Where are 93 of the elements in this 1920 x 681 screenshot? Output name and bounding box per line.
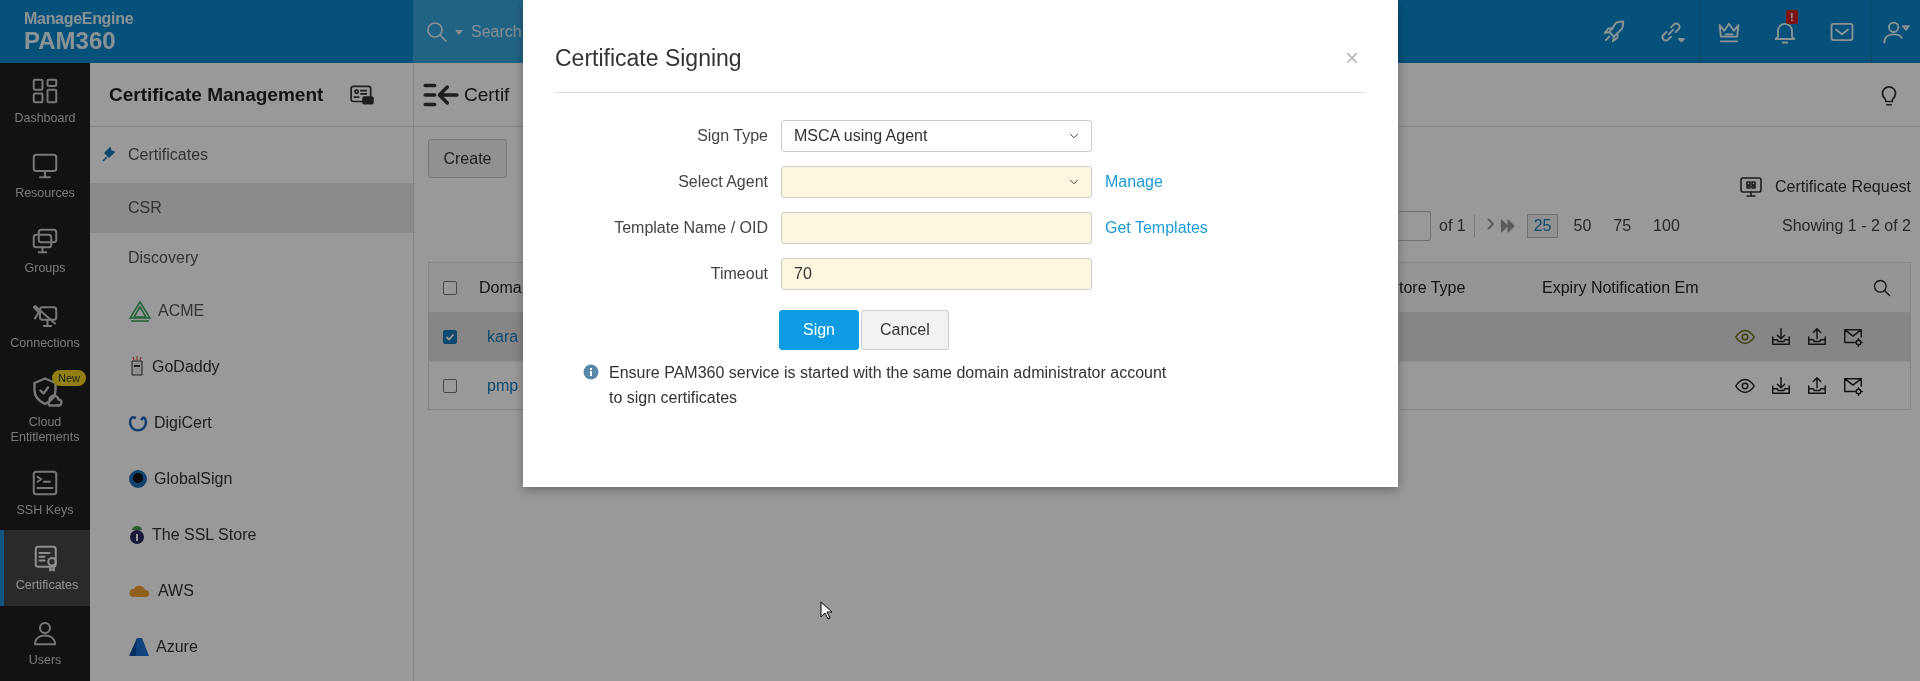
nav-label: Resources: [15, 185, 75, 201]
nav-label: Groups: [24, 261, 66, 277]
search-input[interactable]: Search: [469, 21, 543, 42]
download-icon: [1770, 326, 1792, 348]
cloud-logo-icon: [128, 583, 152, 599]
letter-logo-icon: [128, 637, 150, 657]
notification-badge: !: [1786, 10, 1798, 24]
sidebar-title: Certificate Management: [109, 83, 324, 106]
sidebar-item[interactable]: Azure: [90, 619, 413, 675]
sidebar-label: ACME: [158, 302, 205, 320]
column-header: Expiry Notification Em: [1542, 278, 1700, 297]
nav-label: Certificates: [15, 578, 79, 594]
sidebar-label: Discovery: [128, 249, 199, 267]
eye-logo-icon: [128, 469, 148, 489]
mail-gear-icon: [1842, 326, 1864, 348]
showing-count: Showing 1 - 2 of 2: [1782, 217, 1911, 235]
sidebar-item[interactable]: GlobalSign: [90, 451, 413, 507]
input-field[interactable]: 70: [781, 258, 1092, 290]
table-row[interactable]: kara: [429, 313, 524, 361]
sidebar-item[interactable]: DigiCert: [90, 395, 413, 451]
nav-item[interactable]: New Cloud Entitlements: [0, 364, 90, 456]
nav-item[interactable]: Dashboard: [0, 63, 90, 139]
pin-icon: [100, 147, 116, 163]
select-field[interactable]: MSCA using Agent: [781, 120, 1092, 152]
cursor-icon: [820, 601, 832, 620]
search-icon: [425, 19, 449, 44]
ring-logo-icon: [128, 413, 148, 433]
sidebar-item[interactable]: CSR: [90, 183, 413, 233]
sidebar-label: CSR: [128, 199, 162, 217]
sign-button[interactable]: Sign: [779, 310, 859, 350]
search-icon: [1872, 277, 1892, 298]
sidebar-label: Azure: [156, 638, 198, 656]
sidebar-label: AWS: [158, 582, 194, 600]
page-size-option[interactable]: 50: [1566, 214, 1599, 238]
new-badge: New: [52, 370, 86, 387]
nav-item[interactable]: Certificates: [0, 530, 90, 606]
caret-icon: [455, 27, 463, 36]
upload-icon: [1806, 374, 1828, 397]
nav-item[interactable]: Resources: [0, 138, 90, 214]
nav-label: Dashboard: [14, 110, 76, 126]
column-header: tore Type: [1399, 278, 1467, 297]
sidebar-item[interactable]: ACME: [90, 283, 413, 339]
sidebar-item[interactable]: GoDaddy: [90, 339, 413, 395]
sidebar-label: Certificates: [128, 146, 209, 164]
info-icon: [583, 364, 599, 380]
monitor-windows-icon: [1738, 175, 1763, 199]
page-size-option[interactable]: 100: [1646, 214, 1687, 238]
field-label: Sign Type: [696, 127, 768, 145]
triangle-logo-icon: [128, 300, 152, 322]
sidebar-item[interactable]: The SSL Store: [90, 507, 413, 563]
nav-label: Cloud Entitlements: [9, 415, 81, 446]
sidebar-label: GoDaddy: [152, 358, 220, 376]
select-field[interactable]: [781, 166, 1092, 198]
field-label: Template Name / OID: [613, 219, 768, 237]
checkbox[interactable]: [443, 330, 457, 344]
sidebar-label: The SSL Store: [152, 526, 257, 544]
link[interactable]: Get Templates: [1105, 219, 1208, 236]
sidebar-label: DigiCert: [154, 414, 212, 432]
sidebar-item[interactable]: Discovery: [90, 233, 413, 283]
certificate-request-link[interactable]: Certificate Request: [1774, 178, 1911, 196]
dialog-title: Certificate Signing: [555, 45, 742, 72]
input-field[interactable]: [781, 212, 1092, 244]
nav-label: Connections: [10, 336, 80, 352]
field-label: Select Agent: [677, 173, 768, 191]
sidebar-item[interactable]: Certificates: [90, 127, 413, 183]
page-count: of 1: [1439, 217, 1466, 235]
sidebar-label: GlobalSign: [154, 470, 233, 488]
page-input[interactable]: [1399, 211, 1431, 241]
checkbox[interactable]: [443, 280, 457, 295]
mascot-icon: [128, 355, 146, 379]
page-size-option[interactable]: 25: [1526, 214, 1559, 238]
column-header: Doma: [479, 278, 522, 297]
download-icon: [1770, 374, 1792, 397]
nav-item[interactable]: Connections: [0, 288, 90, 365]
create-button[interactable]: Create: [428, 139, 507, 178]
product-name: PAM360: [24, 27, 116, 54]
domain-link[interactable]: pmp: [487, 376, 519, 395]
link[interactable]: Manage: [1105, 173, 1163, 190]
checkbox[interactable]: [443, 378, 457, 393]
brand-name: ManageEngine: [24, 9, 135, 28]
domain-link[interactable]: kara: [487, 328, 519, 346]
nav-label: Users: [28, 653, 62, 669]
nav-label: SSH Keys: [16, 502, 74, 518]
nav-item[interactable]: Groups: [0, 213, 90, 289]
field-label: Timeout: [709, 265, 768, 283]
page-size-option[interactable]: 75: [1606, 214, 1639, 238]
upload-icon: [1806, 326, 1828, 348]
info-note: Ensure PAM360 service is started with the same domain administrator account to sign certificates: [609, 363, 1168, 408]
info-logo-icon: [128, 524, 146, 546]
page-title: Certif: [464, 83, 510, 106]
cancel-button[interactable]: Cancel: [861, 310, 949, 350]
sidebar-item[interactable]: AWS: [90, 563, 413, 619]
checkmark-icon: [445, 332, 455, 342]
